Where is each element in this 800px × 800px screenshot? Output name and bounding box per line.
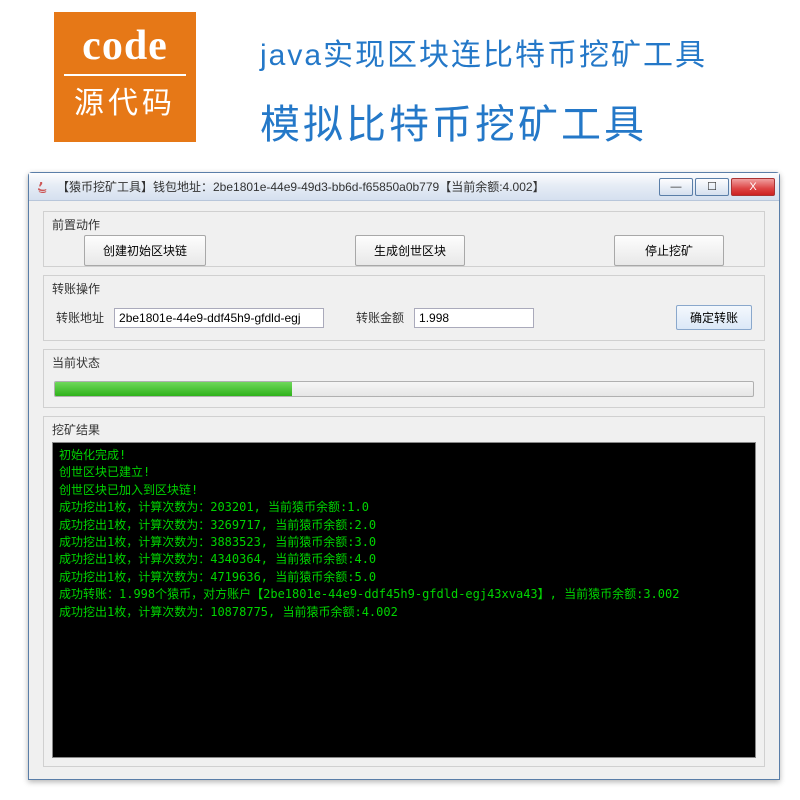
- stop-mining-button[interactable]: 停止挖矿: [614, 235, 724, 266]
- console-line: 成功挖出1枚，计算次数为：3883523, 当前猿币余额:3.0: [59, 534, 749, 551]
- result-group: 挖矿结果 初始化完成! 创世区块已建立! 创世区块已加入到区块链! 成功挖出1枚…: [43, 416, 765, 767]
- console-line: 成功挖出1枚，计算次数为：4340364, 当前猿币余额:4.0: [59, 551, 749, 568]
- console-line: 成功挖出1枚，计算次数为：3269717, 当前猿币余额:2.0: [59, 517, 749, 534]
- client-area: 前置动作 创建初始区块链 生成创世区块 停止挖矿 转账操作 转账地址 转账金额 …: [29, 201, 779, 779]
- console-line: 成功挖出1枚，计算次数为：10878775, 当前猿币余额:4.002: [59, 604, 749, 621]
- preset-title: 前置动作: [44, 212, 764, 235]
- confirm-transfer-button[interactable]: 确定转账: [676, 305, 752, 330]
- transfer-amount-input[interactable]: [414, 308, 534, 328]
- console-line: 成功挖出1枚，计算次数为：203201, 当前猿币余额:1.0: [59, 499, 749, 516]
- console-line: 成功转账：1.998个猿币，对方账户【2be1801e-44e9-ddf45h9…: [59, 586, 749, 603]
- window-title: 【猿币挖矿工具】钱包地址：2be1801e-44e9-49d3-bb6d-f65…: [57, 178, 653, 195]
- headline-1: java实现区块连比特币挖矿工具: [260, 30, 707, 74]
- mining-console[interactable]: 初始化完成! 创世区块已建立! 创世区块已加入到区块链! 成功挖出1枚，计算次数…: [52, 442, 756, 758]
- status-group: 当前状态: [43, 349, 765, 408]
- transfer-title: 转账操作: [44, 276, 764, 299]
- console-line: 成功挖出1枚，计算次数为：4719636, 当前猿币余额:5.0: [59, 569, 749, 586]
- logo-badge: code 源代码: [54, 12, 196, 142]
- gen-genesis-button[interactable]: 生成创世区块: [355, 235, 465, 266]
- maximize-button[interactable]: ☐: [695, 178, 729, 196]
- progress-bar: [54, 381, 754, 397]
- titlebar[interactable]: 【猿币挖矿工具】钱包地址：2be1801e-44e9-49d3-bb6d-f65…: [29, 173, 779, 201]
- close-button[interactable]: X: [731, 178, 775, 196]
- progress-fill: [55, 382, 292, 396]
- preset-group: 前置动作 创建初始区块链 生成创世区块 停止挖矿: [43, 211, 765, 267]
- result-title: 挖矿结果: [44, 417, 764, 442]
- console-line: 创世区块已建立!: [59, 464, 749, 481]
- java-icon: [35, 179, 51, 195]
- logo-main: code: [54, 22, 196, 70]
- headlines: java实现区块连比特币挖矿工具 模拟比特币挖矿工具: [260, 30, 707, 150]
- headline-2: 模拟比特币挖矿工具: [260, 92, 707, 150]
- status-title: 当前状态: [44, 350, 764, 373]
- console-line: 创世区块已加入到区块链!: [59, 482, 749, 499]
- console-line: 初始化完成!: [59, 447, 749, 464]
- logo-sub: 源代码: [64, 74, 186, 122]
- transfer-amount-label: 转账金额: [356, 309, 404, 326]
- minimize-button[interactable]: —: [659, 178, 693, 196]
- app-window: 【猿币挖矿工具】钱包地址：2be1801e-44e9-49d3-bb6d-f65…: [28, 172, 780, 780]
- transfer-group: 转账操作 转账地址 转账金额 确定转账: [43, 275, 765, 341]
- transfer-addr-label: 转账地址: [56, 309, 104, 326]
- create-chain-button[interactable]: 创建初始区块链: [84, 235, 206, 266]
- transfer-addr-input[interactable]: [114, 308, 324, 328]
